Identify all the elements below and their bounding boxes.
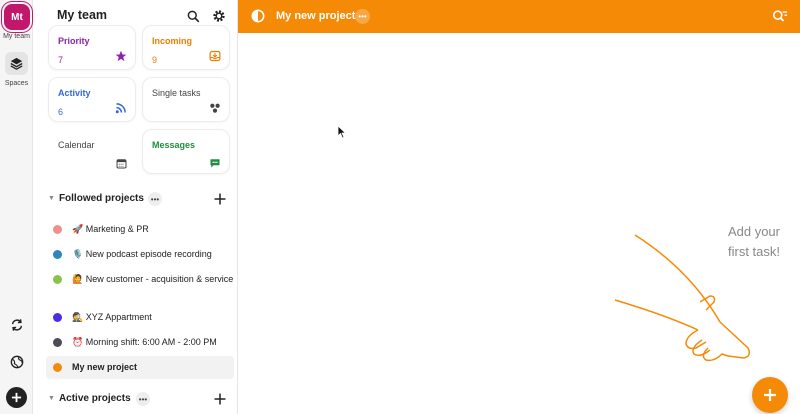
card-label: Activity <box>58 88 91 98</box>
project-item-morning-shift[interactable]: ⏰ Morning shift: 6:00 AM - 2:00 PM <box>46 336 234 349</box>
project-label: 🕵️ XYZ Appartment <box>72 312 152 322</box>
card-messages[interactable]: Messages <box>142 129 230 174</box>
project-header: My new project ••• <box>238 0 800 33</box>
card-priority[interactable]: Priority 7 <box>48 25 136 70</box>
followed-more-button[interactable]: ••• <box>148 192 162 206</box>
sync-icon <box>11 318 22 331</box>
gear-icon <box>213 10 225 22</box>
active-more-button[interactable]: ••• <box>136 392 150 406</box>
followed-projects-header[interactable]: ▼ Followed projects <box>48 193 144 204</box>
panel-toggle-icon[interactable] <box>251 9 265 23</box>
project-item-xyz-appartment[interactable]: 🕵️ XYZ Appartment <box>46 311 234 324</box>
plus-icon <box>764 389 776 401</box>
sidebar: My team Priority 7 Incoming 9 Activity 6… <box>34 0 238 414</box>
project-color-dot <box>53 225 62 234</box>
project-color-dot <box>53 313 62 322</box>
project-label: My new project <box>72 362 138 372</box>
caret-down-icon: ▼ <box>48 195 55 202</box>
project-color-dot <box>53 363 62 372</box>
mouse-cursor-icon <box>337 125 347 139</box>
more-dots-icon: ••• <box>358 12 367 21</box>
chat-icon <box>209 157 221 169</box>
layers-icon <box>10 57 23 70</box>
card-label: Incoming <box>152 36 192 46</box>
project-more-button[interactable]: ••• <box>355 9 370 24</box>
section-title: Active projects <box>58 393 131 404</box>
project-item-marketing[interactable]: 🚀 Marketing & PR <box>46 223 234 236</box>
project-color-dot <box>53 275 62 284</box>
project-color-dot <box>53 338 62 347</box>
card-count: 6 <box>58 107 64 117</box>
settings-button[interactable] <box>211 8 227 24</box>
card-activity[interactable]: Activity 6 <box>48 77 136 122</box>
project-item-customer[interactable]: 🙋 New customer - acquisition & service <box>46 273 234 286</box>
card-label: Calendar <box>58 140 95 150</box>
card-single-tasks[interactable]: Single tasks <box>142 77 230 122</box>
add-active-project-button[interactable] <box>213 392 227 406</box>
project-title: My new project <box>276 10 356 22</box>
globe-icon <box>10 355 23 368</box>
app-rail: Mt My team Spaces <box>0 0 33 414</box>
team-avatar[interactable]: Mt <box>4 4 30 30</box>
spaces-label: Spaces <box>4 80 29 87</box>
card-calendar[interactable]: Calendar <box>48 129 136 174</box>
search-filter-icon[interactable] <box>772 9 788 24</box>
search-button[interactable] <box>185 8 201 24</box>
active-projects-header[interactable]: ▼ Active projects <box>48 393 131 404</box>
project-item-podcast[interactable]: 🎙️ New podcast episode recording <box>46 248 234 261</box>
project-label: ⏰ Morning shift: 6:00 AM - 2:00 PM <box>72 337 217 347</box>
sync-button[interactable] <box>8 316 25 333</box>
add-button[interactable] <box>6 387 27 408</box>
calendar-icon <box>115 157 127 169</box>
project-color-dot <box>53 250 62 259</box>
project-item-my-new-project[interactable]: My new project <box>46 356 234 379</box>
pointing-hand-illustration <box>614 234 751 362</box>
sidebar-title: My team <box>57 8 108 22</box>
plus-icon <box>214 393 226 405</box>
caret-down-icon: ▼ <box>48 395 55 402</box>
globe-button[interactable] <box>8 353 25 370</box>
cluster-icon <box>209 102 221 114</box>
rss-icon <box>115 102 127 114</box>
card-label: Messages <box>152 140 196 150</box>
project-label: 🚀 Marketing & PR <box>72 224 149 234</box>
card-incoming[interactable]: Incoming 9 <box>142 25 230 70</box>
team-avatar-label: My team <box>3 33 30 40</box>
card-count: 7 <box>58 55 64 65</box>
inbox-icon <box>209 50 221 62</box>
section-title: Followed projects <box>58 193 144 204</box>
more-dots-icon: ••• <box>138 394 148 404</box>
add-task-button[interactable] <box>752 377 788 413</box>
plus-icon <box>11 392 22 403</box>
spaces-button[interactable] <box>5 52 28 75</box>
add-followed-project-button[interactable] <box>213 192 227 206</box>
project-label: 🙋 New customer - acquisition & service <box>72 274 234 284</box>
card-count: 9 <box>152 55 158 65</box>
star-icon <box>115 50 127 62</box>
plus-icon <box>214 193 226 205</box>
search-icon <box>187 10 199 22</box>
card-label: Single tasks <box>152 88 201 98</box>
more-dots-icon: ••• <box>150 194 160 204</box>
card-label: Priority <box>58 36 90 46</box>
project-label: 🎙️ New podcast episode recording <box>72 249 212 259</box>
